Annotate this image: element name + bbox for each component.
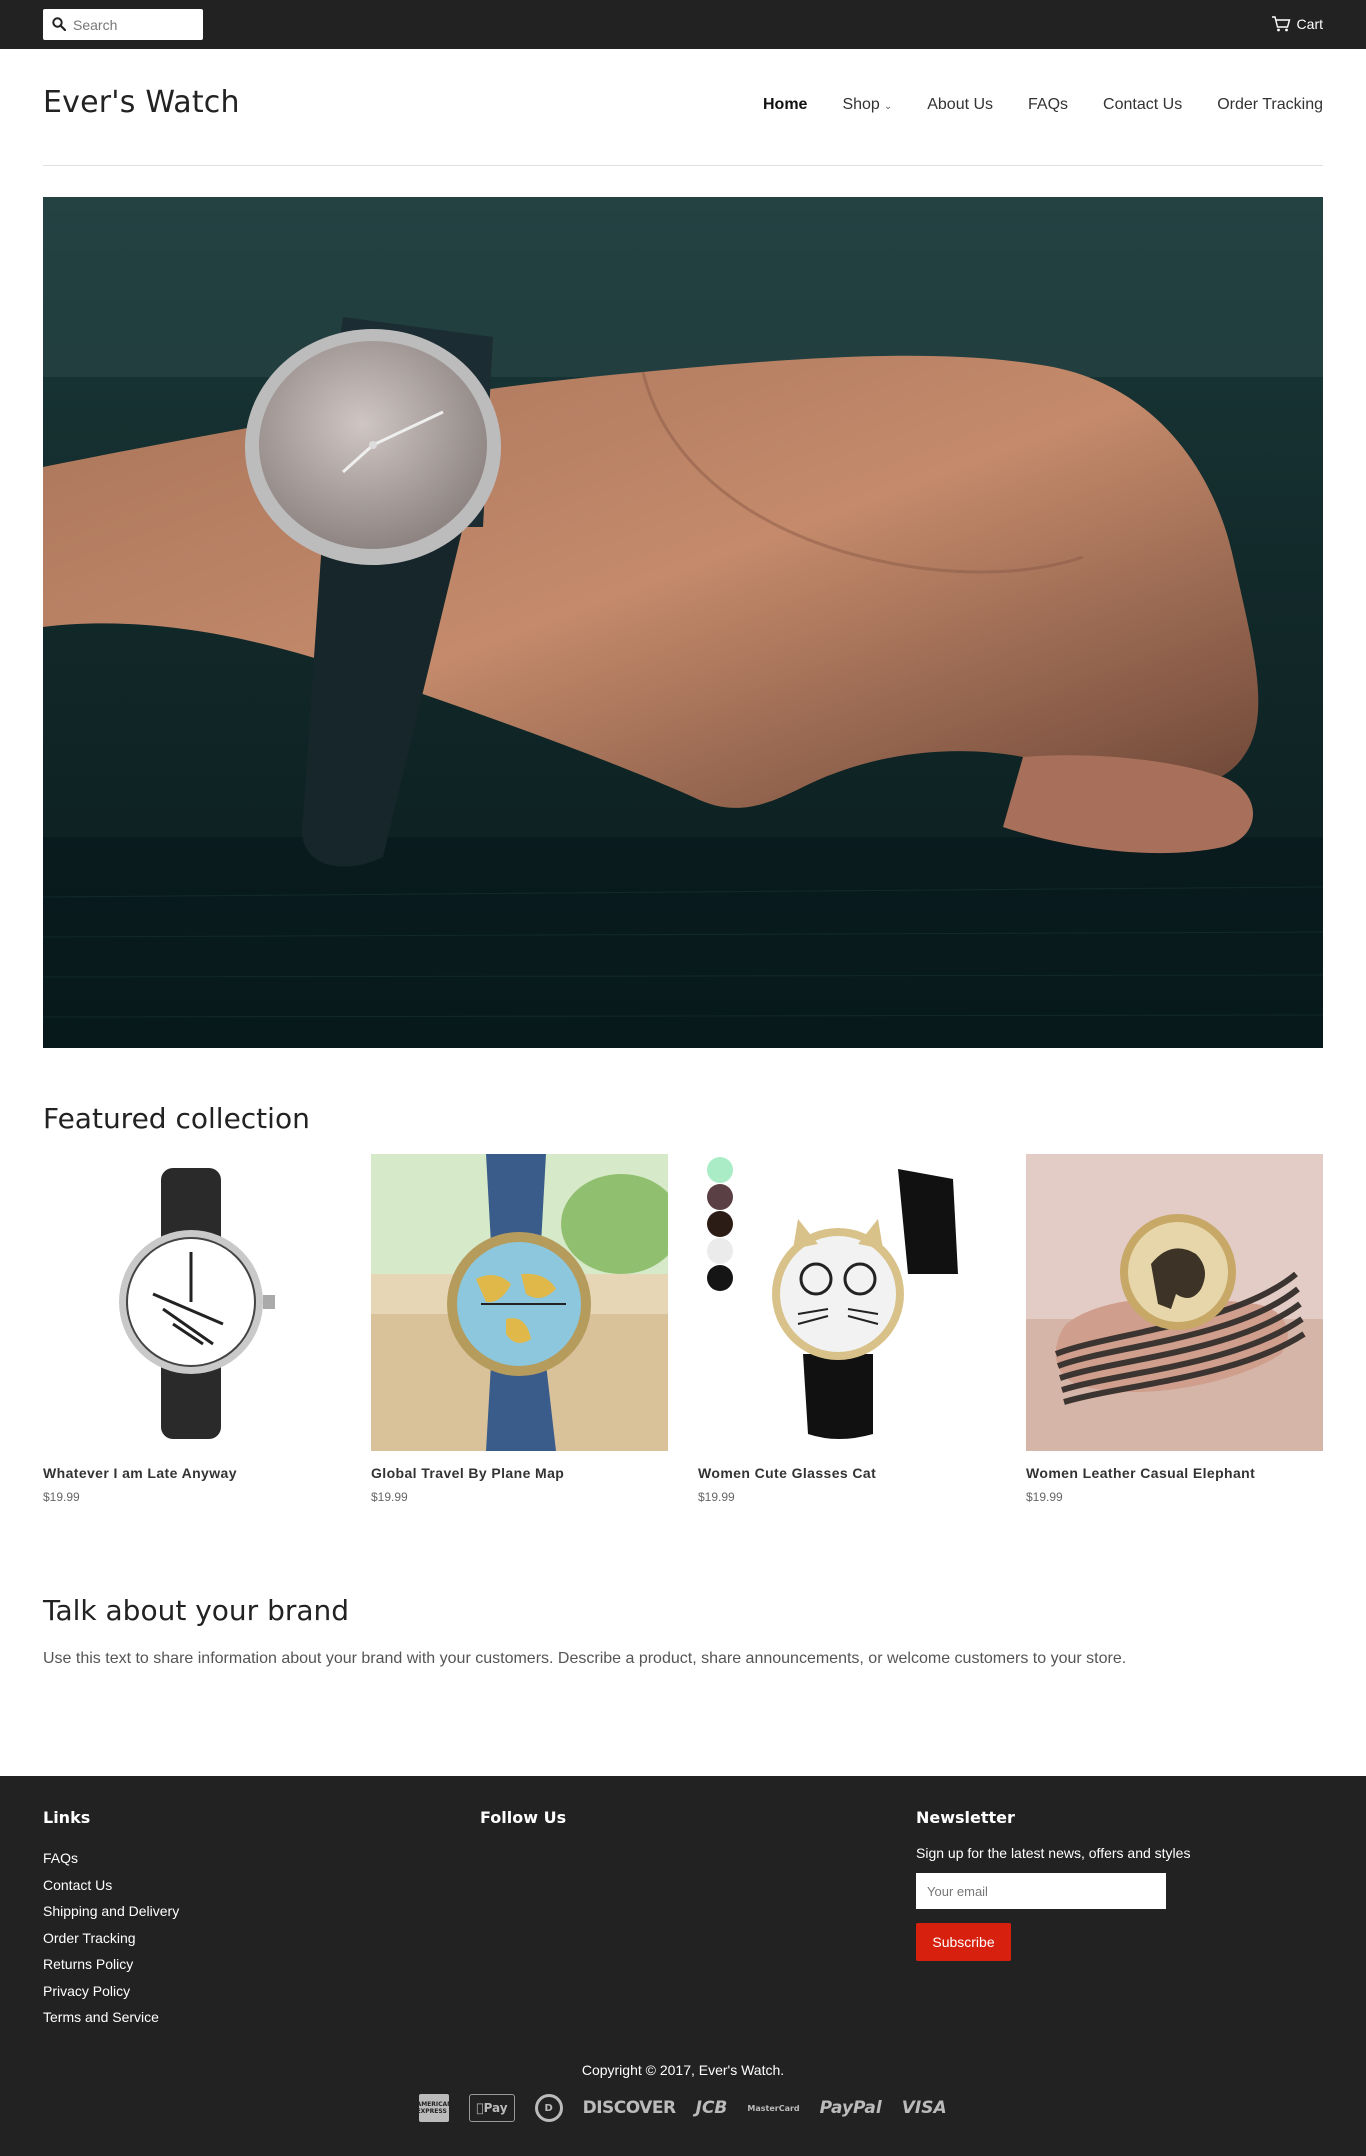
nav-order-tracking-label: Order Tracking — [1217, 96, 1323, 113]
nav-contact-us[interactable]: Contact Us — [1068, 96, 1182, 114]
nav-faqs[interactable]: FAQs — [993, 96, 1068, 114]
nav-about-us[interactable]: About Us — [892, 96, 993, 114]
product-name[interactable]: Global Travel By Plane Map — [371, 1465, 668, 1481]
product-card[interactable]: Whatever I am Late Anyway $19.99 — [43, 1154, 340, 1504]
footer-links-column: Links FAQs Contact Us Shipping and Deliv… — [43, 1808, 179, 2031]
product-image[interactable] — [43, 1154, 340, 1451]
newsletter-text: Sign up for the latest news, offers and … — [916, 1845, 1191, 1861]
visa-icon: VISA — [898, 2098, 947, 2118]
nav-shop-label: Shop — [842, 96, 880, 113]
footer-link-faqs[interactable]: FAQs — [43, 1845, 179, 1872]
product-card[interactable]: Women Leather Casual Elephant $19.99 — [1026, 1154, 1323, 1504]
cart-label: Cart — [1296, 16, 1323, 32]
footer-link-contact-us[interactable]: Contact Us — [43, 1872, 179, 1899]
paypal-icon: PayPal — [816, 2098, 882, 2118]
product-name[interactable]: Whatever I am Late Anyway — [43, 1465, 340, 1481]
footer-link-shipping[interactable]: Shipping and Delivery — [43, 1898, 179, 1925]
apple-pay-label: Pay — [479, 2101, 508, 2115]
jcb-icon: JCB — [692, 2098, 728, 2118]
footer-link-privacy[interactable]: Privacy Policy — [43, 1978, 179, 2005]
footer-follow-column: Follow Us — [480, 1808, 566, 1845]
diners-club-icon: D — [534, 2094, 563, 2122]
search-box[interactable] — [43, 9, 203, 40]
footer-newsletter-title: Newsletter — [916, 1808, 1015, 1827]
footer-link-returns[interactable]: Returns Policy — [43, 1951, 179, 1978]
nav-about-us-label: About Us — [927, 96, 994, 113]
footer-link-order-tracking[interactable]: Order Tracking — [43, 1925, 179, 1952]
search-icon — [52, 17, 66, 31]
discover-icon: DISCOVER — [579, 2098, 677, 2118]
product-price: $19.99 — [1026, 1490, 1063, 1504]
chevron-down-icon: ⌄ — [883, 100, 893, 112]
subscribe-button[interactable]: Subscribe — [916, 1923, 1011, 1961]
mastercard-icon: MasterCard — [743, 2103, 799, 2113]
brand-title: Talk about your brand — [43, 1594, 350, 1627]
nav-home[interactable]: Home — [728, 96, 807, 114]
footer-links-list: FAQs Contact Us Shipping and Delivery Or… — [43, 1845, 179, 2031]
site-logo[interactable]: Ever's Watch — [43, 85, 240, 120]
site-footer: Links FAQs Contact Us Shipping and Deliv… — [0, 1776, 1366, 2156]
product-image[interactable] — [1026, 1154, 1323, 1451]
top-bar: Cart — [0, 0, 1366, 49]
product-grid: Whatever I am Late Anyway $19.99 Global … — [43, 1154, 1323, 1514]
watch-cat-image — [698, 1154, 995, 1451]
featured-collection-title: Featured collection — [43, 1102, 310, 1135]
cart-link[interactable]: Cart — [1271, 14, 1323, 34]
nav-order-tracking[interactable]: Order Tracking — [1182, 96, 1323, 114]
footer-links-title: Links — [43, 1808, 91, 1827]
footer-link-terms[interactable]: Terms and Service — [43, 2004, 179, 2031]
payment-icons: AMERICAN EXPRESS Pay D DISCOVER JCB Mas… — [0, 2094, 1366, 2122]
nav-contact-us-label: Contact Us — [1103, 96, 1183, 113]
cart-icon — [1271, 16, 1290, 32]
watch-whatever-image — [43, 1154, 340, 1451]
footer-follow-title: Follow Us — [480, 1808, 567, 1827]
product-price: $19.99 — [371, 1490, 408, 1504]
main-nav: Home Shop ⌄ About Us FAQs Contact Us Orde… — [728, 96, 1323, 114]
product-image[interactable] — [698, 1154, 995, 1451]
hero-wrist-watch-illustration — [43, 197, 1323, 1048]
nav-faqs-label: FAQs — [1028, 96, 1069, 113]
product-name[interactable]: Women Leather Casual Elephant — [1026, 1465, 1323, 1481]
watch-map-image — [371, 1154, 668, 1451]
search-input[interactable] — [73, 9, 198, 40]
nav-home-label: Home — [763, 96, 808, 113]
product-price: $19.99 — [698, 1490, 735, 1504]
product-price: $19.99 — [43, 1490, 80, 1504]
header-divider — [43, 165, 1323, 166]
copyright: Copyright © 2017, Ever's Watch. — [581, 2062, 785, 2078]
newsletter-email-input[interactable] — [916, 1873, 1166, 1909]
watch-elephant-image — [1026, 1154, 1323, 1451]
product-card[interactable]: Global Travel By Plane Map $19.99 — [371, 1154, 668, 1504]
nav-shop[interactable]: Shop ⌄ — [807, 96, 892, 114]
hero-image — [43, 197, 1323, 1048]
brand-text: Use this text to share information about… — [43, 1650, 1127, 1667]
apple-pay-icon: Pay — [469, 2094, 515, 2122]
footer-newsletter-column: Newsletter Sign up for the latest news, … — [916, 1808, 1190, 1961]
amex-icon: AMERICAN EXPRESS — [417, 2094, 452, 2122]
product-name[interactable]: Women Cute Glasses Cat — [698, 1465, 995, 1481]
product-card[interactable]: Women Cute Glasses Cat $19.99 — [698, 1154, 995, 1504]
product-image[interactable] — [371, 1154, 668, 1451]
